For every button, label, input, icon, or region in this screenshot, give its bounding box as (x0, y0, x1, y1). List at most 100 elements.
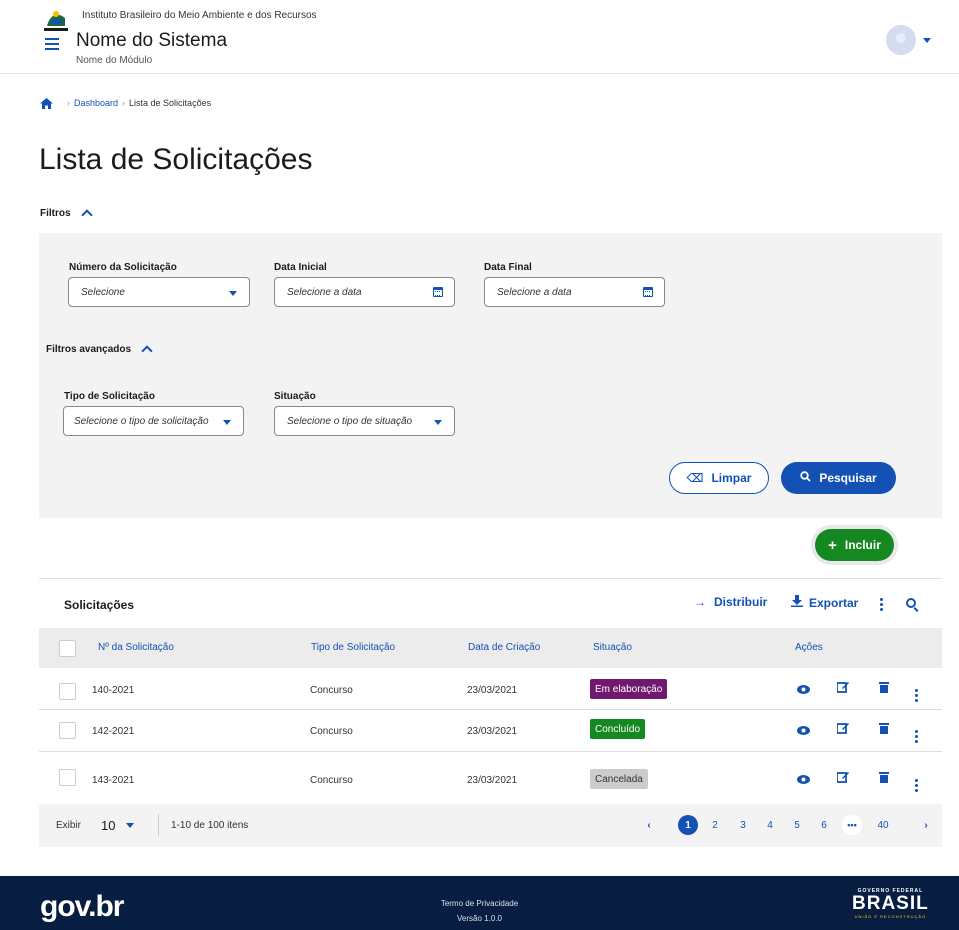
table-header: Nº da Solicitação Tipo de Solicitação Da… (39, 628, 942, 668)
breadcrumb-item-current: Lista de Solicitações (129, 98, 212, 108)
breadcrumb-separator: › (67, 98, 70, 108)
search-icon (800, 471, 811, 485)
clear-button[interactable]: ⌫ Limpar (669, 462, 769, 494)
row-checkbox[interactable] (59, 769, 76, 786)
export-label: Exportar (809, 595, 859, 610)
more-options-icon[interactable] (880, 598, 883, 611)
search-button-label: Pesquisar (819, 471, 877, 485)
tipo-select-value: Selecione o tipo de solicitação (74, 415, 209, 427)
data-inicial-field[interactable]: Selecione a data (274, 277, 455, 307)
system-name: Nome do Sistema (76, 30, 228, 51)
cell-data: 23/03/2021 (467, 685, 518, 696)
per-page-select[interactable]: 10 (92, 813, 146, 837)
calendar-icon[interactable] (643, 287, 653, 297)
edit-icon[interactable] (836, 722, 849, 737)
plus-icon: + (828, 536, 837, 554)
delete-icon[interactable] (879, 722, 889, 737)
breadcrumb-item-dashboard[interactable]: Dashboard (74, 98, 118, 108)
header: Instituto Brasileiro do Meio Ambiente e … (0, 0, 959, 74)
home-icon[interactable] (40, 97, 53, 109)
caret-down-icon (229, 291, 237, 296)
view-icon[interactable] (797, 683, 810, 697)
row-checkbox[interactable] (59, 722, 76, 739)
filters-toggle[interactable]: Filtros (40, 208, 93, 221)
edit-icon[interactable] (836, 681, 849, 696)
filters-toggle-label: Filtros (40, 208, 71, 219)
select-all-checkbox[interactable] (59, 640, 76, 657)
table-search-icon[interactable] (906, 598, 916, 608)
page-4[interactable]: 4 (760, 815, 780, 835)
include-button[interactable]: + Incluir (815, 529, 894, 561)
arrow-right-icon: → (694, 595, 706, 609)
caret-down-icon (223, 420, 231, 425)
calendar-icon[interactable] (433, 287, 443, 297)
avatar[interactable] (886, 25, 916, 55)
edit-icon[interactable] (836, 771, 849, 786)
status-badge: Concluído (590, 719, 646, 739)
page-5[interactable]: 5 (787, 815, 807, 835)
data-inicial-value: Selecione a data (287, 286, 362, 298)
delete-icon[interactable] (879, 771, 889, 786)
column-header-tipo[interactable]: Tipo de Solicitação (311, 642, 395, 653)
caret-down-icon (126, 823, 134, 828)
module-name: Nome do Módulo (76, 55, 153, 66)
page-2[interactable]: 2 (705, 815, 725, 835)
cell-numero: 143-2021 (92, 775, 135, 786)
page-3[interactable]: 3 (733, 815, 753, 835)
tipo-label: Tipo de Solicitação (64, 391, 155, 402)
row-more-options-icon[interactable] (915, 722, 918, 743)
column-header-situacao[interactable]: Situação (593, 642, 632, 653)
data-final-field[interactable]: Selecione a data (484, 277, 665, 307)
page-title: Lista de Solicitações (39, 143, 313, 176)
next-page-icon[interactable]: › (916, 815, 936, 835)
numero-select-value: Selecione (81, 286, 125, 298)
search-button[interactable]: Pesquisar (781, 462, 896, 494)
previous-page-icon[interactable]: ‹ (639, 815, 659, 835)
numero-select[interactable]: Selecione (68, 277, 250, 307)
situacao-select[interactable]: Selecione o tipo de situação (274, 406, 455, 436)
cell-tipo: Concurso (310, 775, 353, 786)
page-6[interactable]: 6 (814, 815, 834, 835)
data-final-label: Data Final (484, 262, 532, 273)
numero-label: Número da Solicitação (69, 262, 177, 273)
status-badge: Em elaboração (590, 679, 668, 699)
more-pages-icon[interactable]: ••• (842, 815, 862, 835)
menu-icon[interactable] (45, 38, 59, 50)
eraser-icon: ⌫ (686, 471, 704, 485)
chevron-down-icon[interactable] (923, 38, 931, 43)
items-range: 1-10 de 100 itens (171, 820, 249, 831)
view-icon[interactable] (797, 724, 810, 738)
situacao-label: Situação (274, 391, 316, 402)
cell-tipo: Concurso (310, 726, 353, 737)
column-header-data[interactable]: Data de Criação (468, 642, 540, 653)
column-header-numero[interactable]: Nº da Solicitação (98, 642, 174, 653)
export-button[interactable]: Exportar (791, 595, 858, 610)
column-header-acoes: Ações (795, 642, 823, 653)
distribute-label: Distribuir (714, 595, 768, 609)
row-more-options-icon[interactable] (915, 771, 918, 792)
distribute-button[interactable]: → Distribuir (694, 595, 767, 609)
footer: gov.br Termo de Privacidade Versão 1.0.0… (0, 876, 959, 930)
show-label: Exibir (56, 820, 82, 831)
pagination: Exibir 10 1-10 de 100 itens ‹ 1 2 3 4 5 … (39, 804, 942, 847)
view-icon[interactable] (797, 773, 810, 787)
page-1[interactable]: 1 (678, 815, 698, 835)
brasil-logo: GOVERNO FEDERAL BRASIL UNIÃO E RECONSTRU… (852, 888, 929, 919)
table-row[interactable]: 142-2021 Concurso 23/03/2021 Concluído (39, 710, 942, 752)
tipo-select[interactable]: Selecione o tipo de solicitação (63, 406, 244, 436)
per-page-value: 10 (101, 817, 116, 833)
data-final-value: Selecione a data (497, 286, 572, 298)
table-row[interactable]: 143-2021 Concurso 23/03/2021 Cancelada (39, 752, 942, 802)
include-button-label: Incluir (844, 538, 881, 552)
privacy-link[interactable]: Termo de Privacidade (0, 899, 959, 908)
cell-data: 23/03/2021 (467, 726, 518, 737)
version-label: Versão 1.0.0 (457, 914, 502, 923)
row-checkbox[interactable] (59, 683, 76, 700)
breadcrumb: › Dashboard › Lista de Solicitações (40, 96, 211, 110)
table-row[interactable]: 140-2021 Concurso 23/03/2021 Em elaboraç… (39, 668, 942, 710)
row-more-options-icon[interactable] (915, 681, 918, 702)
chevron-up-icon (141, 345, 153, 357)
advanced-filters-toggle[interactable]: Filtros avançados (46, 344, 153, 357)
page-40[interactable]: 40 (873, 815, 893, 835)
delete-icon[interactable] (879, 681, 889, 696)
